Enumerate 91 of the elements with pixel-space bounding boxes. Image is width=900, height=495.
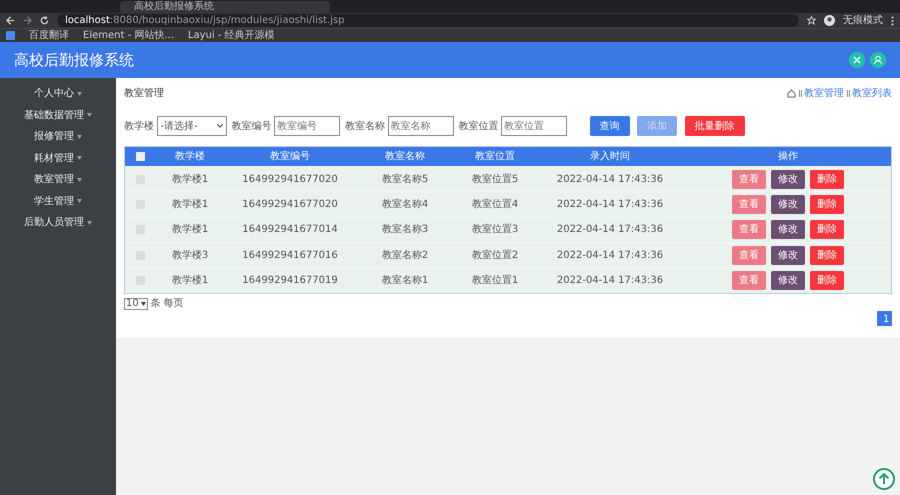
table-cell-text: 2022-04-14 17:43:36 [556,274,664,288]
breadcrumb-link[interactable]: 教室列表 [852,86,892,101]
table-cell-text: 教室名称1 [380,274,430,288]
caret-icon [87,220,92,225]
column-header: 教室名称 [384,150,426,164]
table-cell-text: 2022-04-14 17:43:36 [556,223,664,238]
table-cell-text: 教室名称4 [380,198,430,212]
column-header: 操作 [777,150,799,164]
column-header: 教学楼 [174,150,206,164]
sidebar-item[interactable]: 报修管理 [0,126,116,148]
checkbox[interactable] [136,152,144,161]
back-to-top-icon[interactable] [873,468,895,490]
sidebar-item[interactable]: 后勤人员管理 [0,212,116,234]
row-action-button[interactable]: 删除 [810,220,844,240]
table-cell-text: 教学楼1 [170,198,210,212]
app-title: 高校后勤报修系统 [14,50,134,71]
menu-icon[interactable] [891,16,894,26]
breadcrumb-link[interactable]: 教室管理 [804,86,844,101]
table-cell-text: 164992941677019 [241,274,339,288]
table-cell-text: 2022-04-14 17:43:36 [556,172,664,187]
address-bar[interactable]: localhost:8080/houqinbaoxiu/jsp/modules/jiaoshi/list.jsp [57,14,799,27]
column-header: 教室位置 [474,150,516,164]
bookmark-link[interactable]: Element - 网站快... [83,28,174,43]
table-cell-text: 教学楼1 [170,274,210,288]
table-cell-text: 教学楼1 [170,222,210,238]
row-action-button[interactable]: 修改 [771,271,805,290]
table-cell-text: 教室位置5 [470,172,520,187]
caret-icon [77,92,82,96]
sidebar-item[interactable]: 教室管理 [0,169,116,190]
action-button[interactable]: 查询 [590,116,630,136]
caret-icon [141,302,146,306]
filter-label: 教室编号 [232,120,272,134]
sidebar-item[interactable]: 学生管理 [0,190,116,212]
separator-icon [798,90,802,97]
sidebar-item[interactable]: 个人中心 [0,83,116,104]
input-field[interactable]: 教室位置 [501,116,567,136]
bookmark-link[interactable]: 百度翻译 [29,28,69,43]
column-header: 录入时间 [589,150,631,164]
page-size-label: 条 每页 [150,297,184,312]
table-cell-text: 2022-04-14 17:43:36 [556,248,664,263]
table-cell-text: 教室名称3 [380,222,430,238]
table-cell-text: 教室名称5 [380,172,430,187]
home-icon[interactable] [787,89,796,98]
bookmark-link[interactable]: Layui - 经典开源模 [188,28,275,43]
table-cell-text: 164992941677020 [241,172,339,187]
row-action-button[interactable]: 修改 [771,170,805,189]
user-icon[interactable] [870,52,886,68]
row-action-button[interactable]: 修改 [771,220,805,240]
row-action-button[interactable]: 修改 [771,195,805,214]
action-button[interactable]: 批量删除 [684,116,744,136]
table-cell-text: 164992941677014 [241,223,339,238]
profile-icon[interactable] [824,15,835,26]
table-cell-text: 2022-04-14 17:43:36 [556,198,664,212]
sidebar-item[interactable]: 基础数据管理 [0,104,116,126]
row-action-button[interactable]: 删除 [810,170,844,189]
profile-label: 无痕模式 [843,14,883,28]
page-title: 教室管理 [124,86,164,101]
row-action-button[interactable]: 删除 [810,246,844,265]
table-cell-text: 教学楼1 [170,172,210,187]
page-size-select[interactable]: 10 [124,298,148,310]
filter-label: 教室名称 [345,120,385,134]
column-header: 教室编号 [269,150,311,164]
page-button[interactable]: 1 [877,311,892,326]
input-field[interactable]: 教室编号 [274,116,340,136]
caret-icon [77,134,82,139]
row-action-button[interactable]: 修改 [771,246,805,265]
forward-icon[interactable] [23,16,32,25]
reload-icon[interactable] [40,16,49,25]
caret-icon [77,156,82,160]
caret-icon [216,124,222,128]
caret-icon [87,113,92,118]
row-action-button[interactable]: 删除 [810,271,844,290]
table-cell-text: 164992941677020 [241,198,339,212]
separator-icon [846,90,850,97]
sidebar-item[interactable]: 耗材管理 [0,148,116,169]
table-cell-text: 教学楼3 [170,248,210,263]
caret-icon [77,199,82,204]
table-cell-text: 教室位置4 [470,198,520,212]
table-cell-text: 教室位置2 [470,248,520,263]
back-icon[interactable] [6,16,15,25]
table-cell-text: 164992941677016 [241,248,339,263]
table-cell-text: 教室位置3 [470,222,520,238]
select-field[interactable]: -请选择- [156,116,226,136]
row-action-button[interactable]: 删除 [810,195,844,214]
filter-label: 教学楼 [124,120,154,134]
star-icon[interactable] [807,16,816,25]
input-field[interactable]: 教室名称 [388,116,454,136]
table-cell-text: 教室位置1 [470,274,520,288]
caret-icon [77,178,82,182]
filter-label: 教室位置 [458,120,498,134]
table-cell-text: 教室名称2 [380,248,430,263]
